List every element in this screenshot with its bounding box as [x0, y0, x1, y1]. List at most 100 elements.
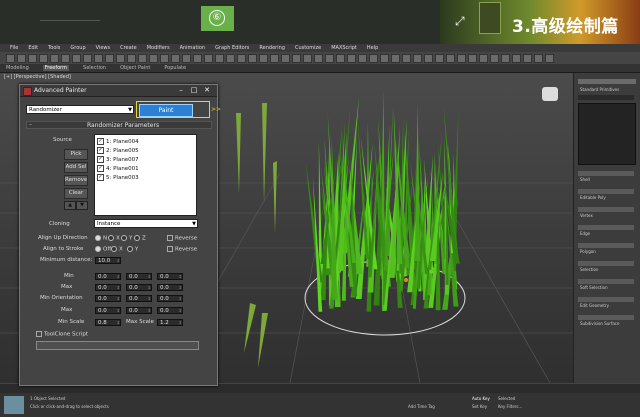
toolbar-button[interactable]: [50, 54, 59, 63]
ribbon-tab[interactable]: Object Paint: [120, 65, 150, 71]
reverse-checkbox-stroke[interactable]: Reverse: [167, 246, 197, 253]
expand-marker[interactable]: >>: [211, 106, 221, 113]
auto-key-button[interactable]: Auto Key: [472, 396, 490, 401]
toolbar-button[interactable]: [72, 54, 81, 63]
check-icon[interactable]: ✓: [97, 165, 104, 172]
selected-dropdown[interactable]: Selected: [498, 396, 515, 401]
check-icon[interactable]: ✓: [97, 174, 104, 181]
modifier-stack[interactable]: [578, 103, 636, 165]
toolbar-button[interactable]: [259, 54, 268, 63]
toolbar-button[interactable]: [171, 54, 180, 63]
remove-button[interactable]: Remove: [64, 175, 88, 186]
toolbar-button[interactable]: [380, 54, 389, 63]
value-spinner[interactable]: 0.0 ⇕: [157, 295, 183, 302]
toolbar-button[interactable]: [160, 54, 169, 63]
menu-item[interactable]: Create: [120, 45, 137, 51]
toolbar-button[interactable]: [61, 54, 70, 63]
ribbon-tab[interactable]: Modeling: [6, 65, 29, 71]
toolbar-button[interactable]: [501, 54, 510, 63]
toolbar-button[interactable]: [83, 54, 92, 63]
source-list-item[interactable]: ✓ 5: Plane003: [97, 174, 139, 182]
clear-button[interactable]: Clear: [64, 188, 88, 199]
pick-button[interactable]: Pick: [64, 149, 88, 160]
radio-option[interactable]: Y: [121, 235, 132, 242]
toolbar-button[interactable]: [39, 54, 48, 63]
source-list-item[interactable]: ✓ 4: Plane001: [97, 165, 139, 173]
value-spinner[interactable]: 0.0 ⇕: [95, 295, 121, 302]
radio-option[interactable]: Y: [127, 246, 138, 253]
toolbar-button[interactable]: [127, 54, 136, 63]
menu-item[interactable]: Animation: [180, 45, 206, 51]
value-spinner[interactable]: 0.0 ⇕: [157, 284, 183, 291]
toolbar-button[interactable]: [314, 54, 323, 63]
toolbar-button[interactable]: [270, 54, 279, 63]
toolbar-button[interactable]: [435, 54, 444, 63]
value-spinner[interactable]: 0.0 ⇕: [157, 307, 183, 314]
min-distance-spinner[interactable]: 10.0 ⇕: [95, 257, 121, 264]
radio-option[interactable]: Z: [134, 235, 146, 242]
check-icon[interactable]: ✓: [97, 138, 104, 145]
viewcube-icon[interactable]: [542, 87, 558, 101]
toolbar-button[interactable]: [116, 54, 125, 63]
panel-row[interactable]: [578, 315, 634, 320]
radio-option[interactable]: X: [108, 235, 120, 242]
menu-item[interactable]: File: [10, 45, 18, 51]
toolbar-button[interactable]: [512, 54, 521, 63]
toolbar-button[interactable]: [138, 54, 147, 63]
mode-dropdown[interactable]: Randomizer ▼: [26, 105, 134, 114]
min-scale-spinner[interactable]: 0.8 ⇕: [95, 319, 121, 326]
menu-item[interactable]: Group: [70, 45, 85, 51]
panel-row[interactable]: [578, 243, 634, 248]
menu-item[interactable]: Modifiers: [147, 45, 170, 51]
value-spinner[interactable]: 0.0 ⇕: [126, 307, 152, 314]
dialog-titlebar[interactable]: Advanced Painter – □ ✕: [20, 85, 217, 97]
toolbar-button[interactable]: [545, 54, 554, 63]
maximize-button[interactable]: □: [188, 86, 200, 95]
modifier-dropdown[interactable]: [578, 95, 634, 100]
toolbar-button[interactable]: [457, 54, 466, 63]
menu-item[interactable]: Customize: [295, 45, 321, 51]
expand-icon[interactable]: ⤢: [455, 14, 465, 29]
toolbar-button[interactable]: [523, 54, 532, 63]
source-list-item[interactable]: ✓ 3: Plane007: [97, 156, 139, 164]
viewport-label[interactable]: [+] [Perspective] [Shaded]: [4, 74, 71, 80]
move-down-button[interactable]: ▼: [76, 201, 88, 210]
close-button[interactable]: ✕: [201, 86, 213, 95]
value-spinner[interactable]: 0.0 ⇕: [126, 273, 152, 280]
add-time-tag[interactable]: Add Time Tag: [408, 404, 435, 409]
menu-item[interactable]: MAXScript: [331, 45, 357, 51]
value-spinner[interactable]: 0.0 ⇕: [126, 284, 152, 291]
source-list-item[interactable]: ✓ 1: Plane004: [97, 138, 139, 146]
ribbon-tab[interactable]: Populate: [164, 65, 186, 71]
panel-row[interactable]: [578, 189, 634, 194]
menu-item[interactable]: Views: [96, 45, 110, 51]
toolbar-button[interactable]: [248, 54, 257, 63]
radio-option[interactable]: N: [95, 235, 107, 242]
key-filters-button[interactable]: Key Filters...: [498, 404, 522, 409]
menu-item[interactable]: Tools: [48, 45, 60, 51]
panel-row[interactable]: [578, 261, 634, 266]
check-icon[interactable]: ✓: [97, 156, 104, 163]
add-sel-button[interactable]: Add Sel: [64, 162, 88, 173]
ribbon-tab[interactable]: Selection: [83, 65, 106, 71]
toolbar-button[interactable]: [413, 54, 422, 63]
toolbar-button[interactable]: [105, 54, 114, 63]
toolbar-button[interactable]: [149, 54, 158, 63]
menu-item[interactable]: Graph Editors: [215, 45, 249, 51]
toolbar-button[interactable]: [6, 54, 15, 63]
toolbar-button[interactable]: [182, 54, 191, 63]
set-key-button[interactable]: Set Key: [472, 404, 487, 409]
cloning-dropdown[interactable]: Instance ▼: [94, 219, 198, 228]
panel-row[interactable]: [578, 207, 634, 212]
value-spinner[interactable]: 0.0 ⇕: [157, 273, 183, 280]
menu-item[interactable]: Edit: [28, 45, 38, 51]
minimize-button[interactable]: –: [175, 86, 187, 95]
value-spinner[interactable]: 0.0 ⇕: [95, 307, 121, 314]
toolbar-button[interactable]: [347, 54, 356, 63]
radio-option[interactable]: Off: [95, 246, 111, 253]
randomizer-parameters-rollout[interactable]: – Randomizer Parameters: [26, 121, 212, 129]
toolbar-button[interactable]: [94, 54, 103, 63]
toolbar-button[interactable]: [281, 54, 290, 63]
toolbar-button[interactable]: [325, 54, 334, 63]
toolbar-button[interactable]: [446, 54, 455, 63]
